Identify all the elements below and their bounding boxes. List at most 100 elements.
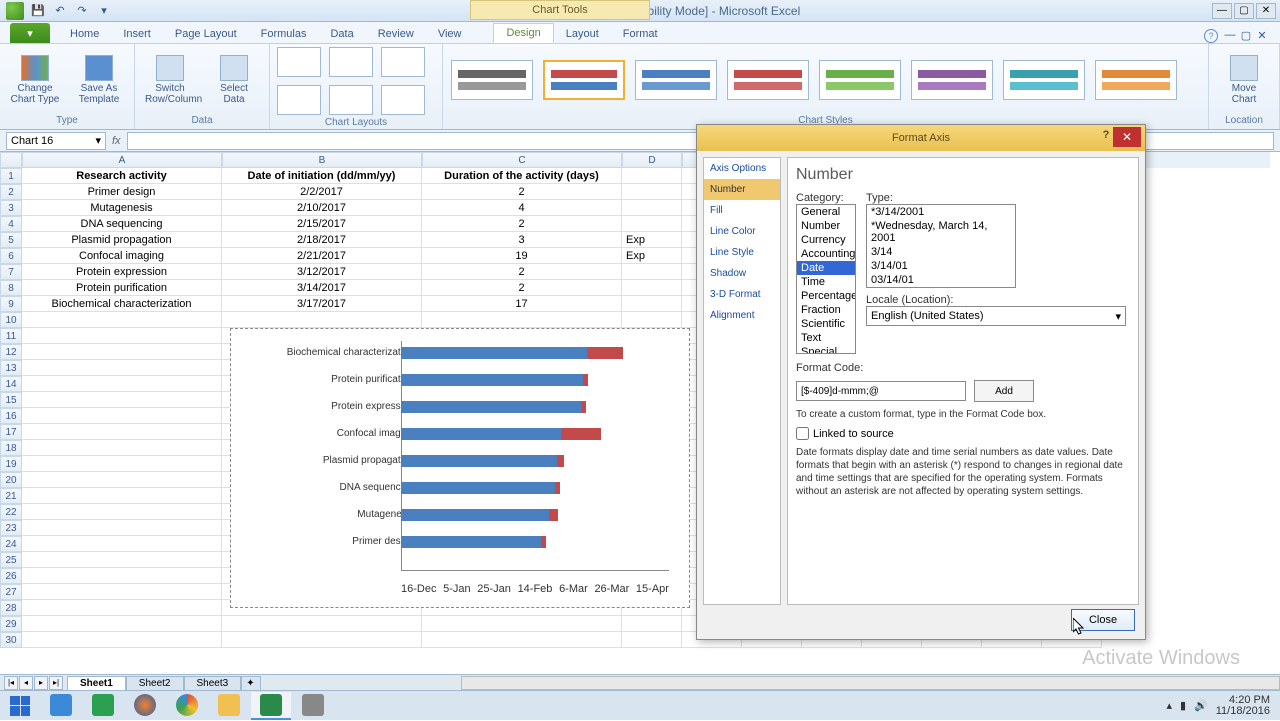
sheet-nav-first[interactable]: |◂ [4,676,18,690]
row-header[interactable]: 4 [0,216,22,232]
type-option[interactable]: *Wednesday, March 14, 2001 [867,219,1015,245]
row-header[interactable]: 2 [0,184,22,200]
cell[interactable] [222,312,422,328]
dialog-nav-item[interactable]: Line Color [704,221,780,242]
cell[interactable] [622,264,682,280]
move-chart-button[interactable]: Move Chart [1215,53,1273,107]
tab-format[interactable]: Format [611,25,670,43]
sheet-tab-2[interactable]: Sheet2 [126,676,184,690]
row-header[interactable]: 27 [0,584,22,600]
new-sheet-button[interactable]: ✦ [241,676,261,690]
cell[interactable] [22,376,222,392]
cell[interactable] [222,616,422,632]
category-option[interactable]: Percentage [797,289,855,303]
cell[interactable]: Plasmid propagation [22,232,222,248]
cell[interactable]: 2/21/2017 [222,248,422,264]
switch-row-column-button[interactable]: Switch Row/Column [141,53,199,107]
cell[interactable]: Date of initiation (dd/mm/yy) [222,168,422,184]
chart-bar[interactable] [401,347,623,361]
cell[interactable] [22,408,222,424]
category-option[interactable]: Special [797,345,855,354]
cell[interactable] [622,312,682,328]
tab-review[interactable]: Review [366,25,426,43]
taskbar-explorer-icon[interactable] [209,692,249,720]
type-listbox[interactable]: *3/14/2001*Wednesday, March 14, 2001 3/14… [866,204,1016,288]
dialog-close-x-button[interactable]: ✕ [1113,127,1141,147]
type-option[interactable]: 3/14/01 [867,259,1015,273]
cell[interactable] [22,312,222,328]
cell[interactable] [622,168,682,184]
restore-workbook-icon[interactable]: ▢ [1238,27,1254,43]
close-workbook-icon[interactable]: ✕ [1254,27,1270,43]
row-header[interactable]: 3 [0,200,22,216]
row-header[interactable]: 6 [0,248,22,264]
cell[interactable]: 2 [422,264,622,280]
cell[interactable]: 2/18/2017 [222,232,422,248]
type-option[interactable]: 03/14/01 [867,273,1015,287]
chart-bar[interactable] [401,536,546,550]
category-option[interactable]: Currency [797,233,855,247]
category-option[interactable]: Date [797,261,855,275]
chart-layout-thumb[interactable] [381,47,425,77]
sheet-nav-last[interactable]: ▸| [49,676,63,690]
start-button[interactable] [0,691,40,721]
type-option[interactable]: *3/14/2001 [867,205,1015,219]
category-listbox[interactable]: GeneralNumberCurrencyAccountingDateTimeP… [796,204,856,354]
tab-formulas[interactable]: Formulas [249,25,319,43]
select-all-corner[interactable] [0,152,22,168]
qat-dropdown-icon[interactable]: ▾ [96,3,112,19]
chart-bar[interactable] [401,428,601,442]
cell[interactable]: 2/2/2017 [222,184,422,200]
chart-layout-thumb[interactable] [277,47,321,77]
cell[interactable]: Duration of the activity (days) [422,168,622,184]
cell[interactable] [222,632,422,648]
dialog-nav-item[interactable]: Number [704,179,780,200]
category-option[interactable]: General [797,205,855,219]
horizontal-scrollbar[interactable] [461,676,1280,690]
tray-network-icon[interactable]: ▮ [1180,699,1186,712]
cell[interactable] [422,616,622,632]
cell[interactable] [22,536,222,552]
row-header[interactable]: 5 [0,232,22,248]
tab-home[interactable]: Home [58,25,111,43]
row-header[interactable]: 17 [0,424,22,440]
row-header[interactable]: 8 [0,280,22,296]
chart-style-thumb[interactable] [727,60,809,100]
cell[interactable]: 4 [422,200,622,216]
row-header[interactable]: 15 [0,392,22,408]
row-header[interactable]: 26 [0,568,22,584]
cell[interactable]: 2 [422,184,622,200]
row-header[interactable]: 7 [0,264,22,280]
chart-bar[interactable] [401,455,564,469]
taskbar-chrome-icon[interactable] [167,692,207,720]
chart-style-thumb[interactable] [1095,60,1177,100]
chart-bar[interactable] [401,482,560,496]
cell[interactable] [622,200,682,216]
dialog-nav-item[interactable]: 3-D Format [704,284,780,305]
close-button[interactable]: Close [1071,609,1135,631]
row-header[interactable]: 1 [0,168,22,184]
type-option[interactable]: 14-Mar [867,287,1015,288]
tray-up-icon[interactable]: ▴ [1166,699,1172,712]
row-header[interactable]: 30 [0,632,22,648]
category-option[interactable]: Scientific [797,317,855,331]
fx-icon[interactable]: fx [112,135,121,147]
cell[interactable] [622,632,682,648]
chart-layout-thumb[interactable] [277,85,321,115]
cell[interactable] [622,296,682,312]
category-option[interactable]: Number [797,219,855,233]
cell[interactable] [422,632,622,648]
cell[interactable]: 3/12/2017 [222,264,422,280]
chart-style-thumb[interactable] [819,60,901,100]
chart-bar[interactable] [401,401,586,415]
row-header[interactable]: 19 [0,456,22,472]
col-header-a[interactable]: A [22,152,222,168]
cell[interactable]: Biochemical characterization [22,296,222,312]
cell[interactable] [22,328,222,344]
chart-style-thumb[interactable] [635,60,717,100]
cell[interactable]: 17 [422,296,622,312]
format-code-input[interactable] [796,381,966,401]
row-header[interactable]: 20 [0,472,22,488]
sheet-tab-3[interactable]: Sheet3 [184,676,242,690]
cell[interactable]: 2 [422,216,622,232]
